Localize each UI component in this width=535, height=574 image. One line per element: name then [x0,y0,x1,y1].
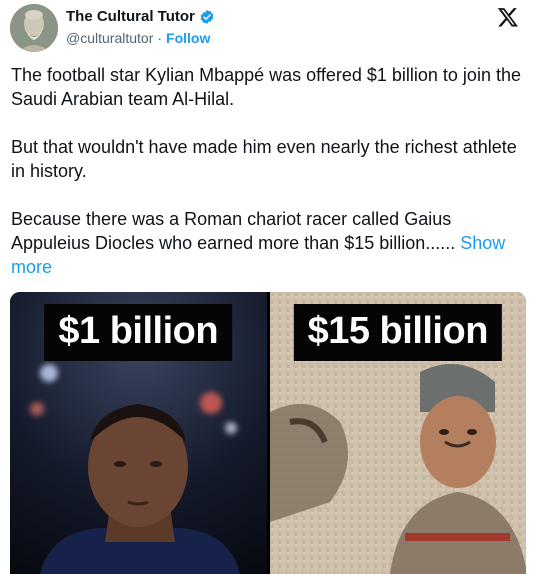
media-right-panel[interactable]: $15 billion [269,292,526,574]
tweet-media[interactable]: $1 billion $15 billion [10,292,526,574]
avatar[interactable] [10,4,58,52]
x-logo-icon[interactable] [497,6,519,28]
display-name[interactable]: The Cultural Tutor [66,8,195,25]
left-caption: $1 billion [44,304,233,361]
tweet-text: The football star Kylian Mbappé was offe… [11,65,521,253]
right-caption: $15 billion [293,304,502,361]
author-block: The Cultural Tutor @culturaltutor · Foll… [66,8,215,46]
handle[interactable]: @culturaltutor [66,30,153,46]
media-left-panel[interactable]: $1 billion [10,292,267,574]
follow-button[interactable]: Follow [166,30,210,46]
separator-dot: · [157,30,163,46]
verified-badge-icon [200,9,214,24]
tweet-body: The football star Kylian Mbappé was offe… [11,63,521,279]
philosopher-bust-avatar [10,4,58,52]
